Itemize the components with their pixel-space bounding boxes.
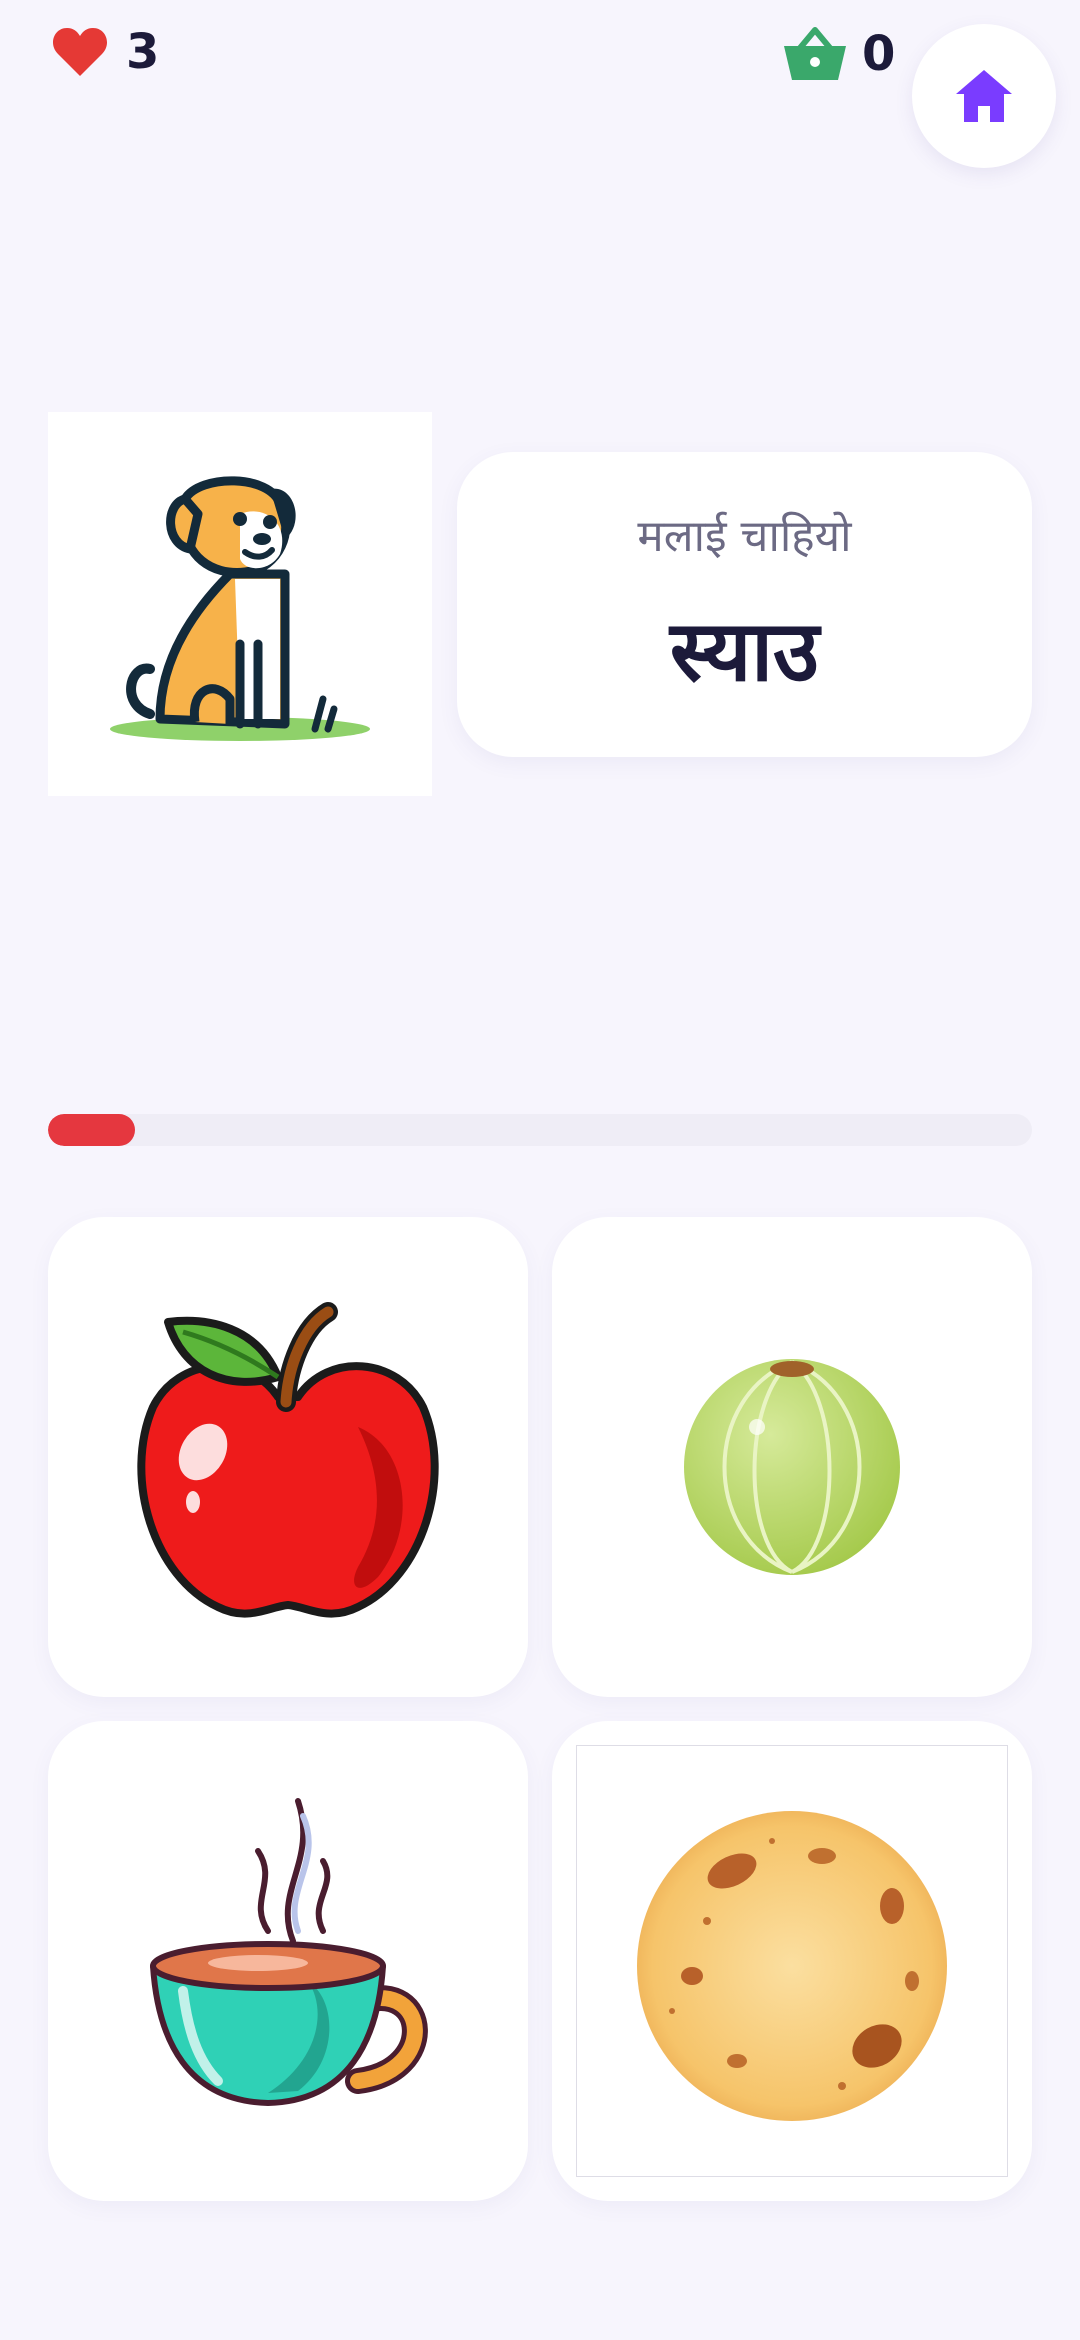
option-tea[interactable] <box>48 1721 528 2201</box>
roti-image-frame <box>576 1745 1008 2177</box>
home-button[interactable] <box>912 24 1056 168</box>
option-apple[interactable] <box>48 1217 528 1697</box>
prompt-picture <box>48 412 432 796</box>
option-amla[interactable] <box>552 1217 1032 1697</box>
amla-icon <box>684 1359 900 1575</box>
roti-icon <box>637 1811 947 2121</box>
basket-indicator: 0 <box>782 24 895 84</box>
lives-indicator: 3 <box>50 22 159 82</box>
home-icon <box>956 70 1012 122</box>
basket-count: 0 <box>862 26 896 82</box>
heart-icon <box>52 28 108 76</box>
apple-icon <box>137 1302 439 1618</box>
option-roti[interactable] <box>552 1721 1032 2201</box>
basket-icon <box>784 27 846 80</box>
tea-cup-icon <box>150 1798 428 2106</box>
prompt-card: मलाई चाहियो स्याउ <box>457 452 1032 757</box>
lives-count: 3 <box>126 24 160 80</box>
status-bar: 3 0 <box>0 0 1080 168</box>
progress-bar <box>48 1114 1032 1146</box>
progress-fill <box>48 1114 135 1146</box>
prompt-subtitle: मलाई चाहियो <box>637 511 852 562</box>
prompt-word: स्याउ <box>669 601 820 700</box>
dog-icon <box>110 476 370 741</box>
answer-options <box>48 1217 1032 2203</box>
